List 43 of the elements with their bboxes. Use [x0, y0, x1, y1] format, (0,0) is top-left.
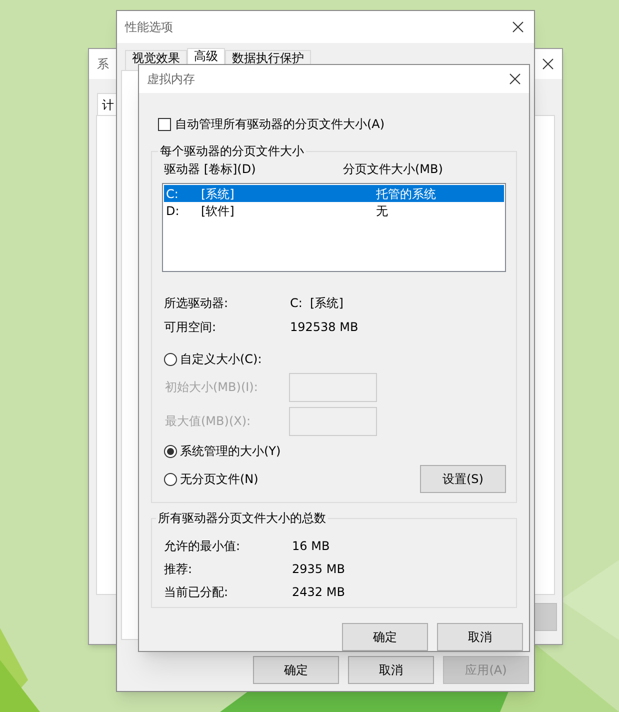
info-label: 所选驱动器: [164, 295, 230, 312]
radio-button[interactable] [164, 352, 177, 366]
drive-row[interactable]: D: [软件] 无 [164, 202, 504, 219]
total-label: 允许的最小值: [164, 538, 242, 555]
checkbox-label: 自动管理所有驱动器的分页文件大小(A) [175, 116, 385, 133]
info-value: C: [系统] [290, 295, 344, 312]
dialog-button[interactable]: 确定 [253, 656, 339, 684]
checkbox[interactable] [158, 118, 171, 130]
radio-label: 自定义大小(C): [180, 351, 262, 368]
field-label: 最大值(MB)(X): [164, 413, 252, 430]
info-label: 可用空间: [164, 319, 218, 336]
close-icon[interactable] [542, 58, 554, 70]
paging-size: 无 [376, 202, 388, 220]
field-label: 初始大小(MB)(I): [164, 379, 259, 396]
radio-label: 无分页文件(N) [180, 471, 258, 488]
drive-letter: C: [165, 186, 180, 202]
radio-button[interactable] [164, 472, 177, 486]
radio-button[interactable] [164, 444, 177, 458]
drive-row[interactable]: C: [系统] 托管的系统 [164, 185, 504, 202]
total-label: 当前已分配: [164, 584, 230, 601]
dialog-title: 虚拟内存 [147, 71, 195, 88]
total-value: 2432 MB [292, 584, 345, 601]
total-value: 16 MB [292, 538, 330, 555]
window-title: 性能选项 [125, 19, 173, 36]
set-button[interactable]: 设置(S) [420, 465, 506, 493]
column-header: 驱动器 [卷标](D) [163, 161, 257, 178]
dialog-button[interactable]: 取消 [437, 623, 523, 651]
dialog-button[interactable]: 确定 [342, 623, 428, 651]
close-icon[interactable] [512, 21, 524, 33]
group-title: 每个驱动器的分页文件大小 [159, 143, 305, 160]
dialog-button[interactable]: 取消 [348, 656, 434, 684]
volume-label: [系统] [201, 186, 236, 202]
total-label: 推荐: [164, 561, 194, 578]
info-value: 192538 MB [290, 319, 358, 336]
window-title: 系 [97, 56, 109, 73]
column-header: 分页文件大小(MB) [343, 161, 443, 178]
volume-label: [软件] [201, 202, 236, 220]
group-title: 所有驱动器分页文件大小的总数 [157, 510, 327, 527]
radio-label: 系统管理的大小(Y) [180, 443, 281, 460]
close-icon[interactable] [509, 73, 521, 85]
drive-letter: D: [165, 202, 180, 220]
paging-size: 托管的系统 [376, 186, 436, 202]
total-value: 2935 MB [292, 561, 345, 578]
